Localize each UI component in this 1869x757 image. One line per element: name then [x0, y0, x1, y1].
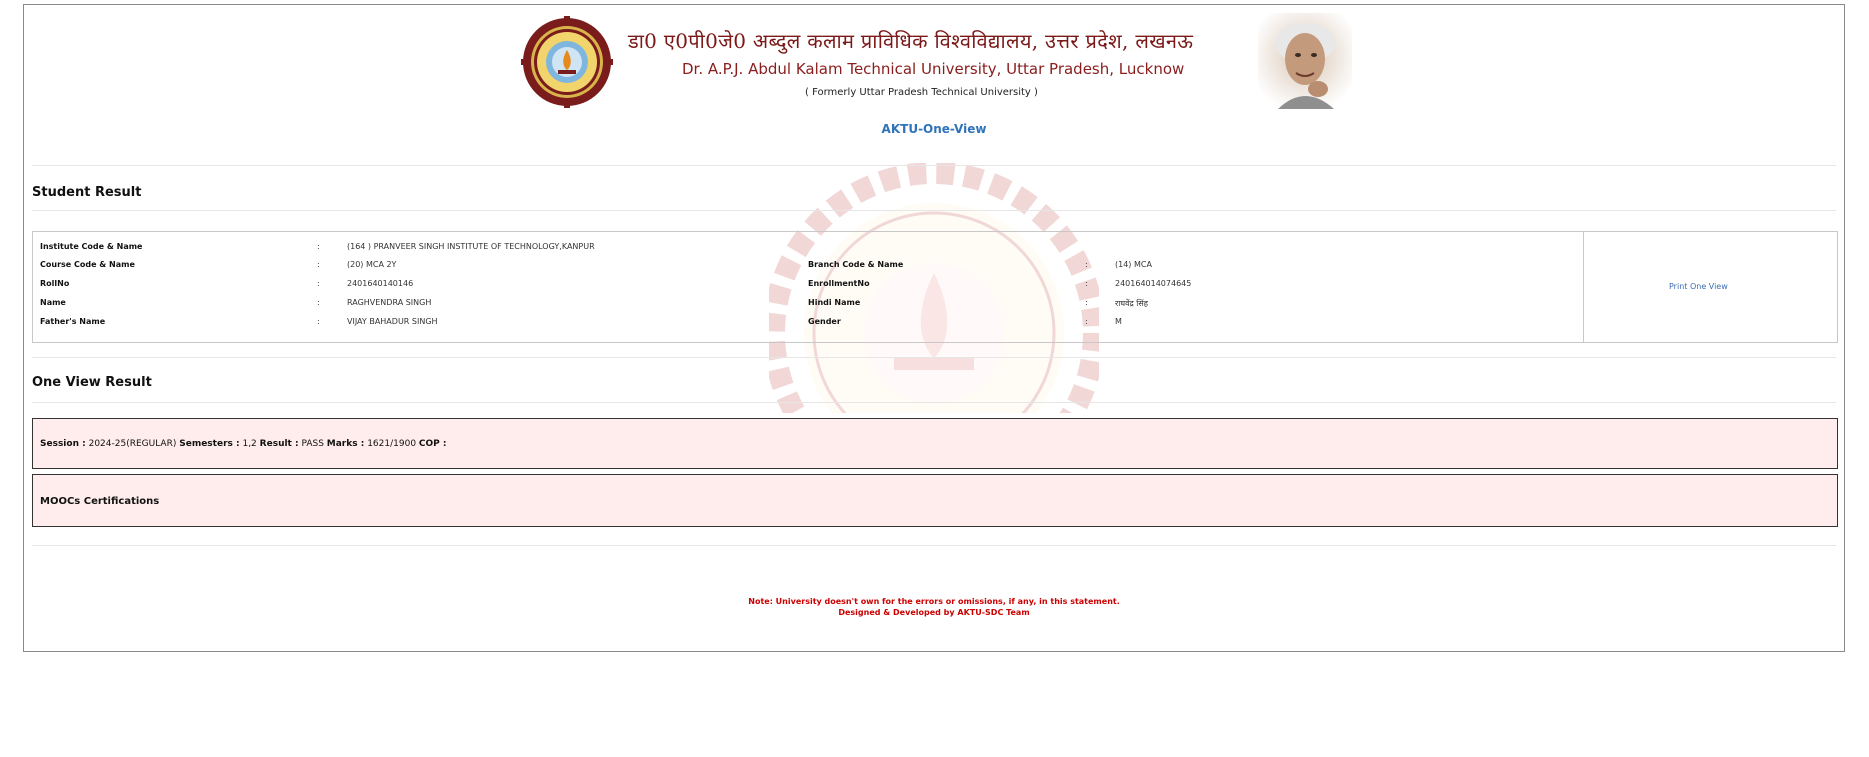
divider: [32, 545, 1836, 546]
separator: :: [1085, 260, 1088, 269]
session-summary: Session : 2024-25(REGULAR) Semesters : 1…: [40, 439, 447, 449]
separator: :: [317, 298, 320, 307]
footer-credit: Designed & Developed by AKTU-SDC Team: [838, 608, 1030, 617]
marks-value: 1621/1900: [367, 439, 417, 449]
university-title-hindi: डा0 ए0पी0जे0 अब्दुल कलाम प्राविधिक विश्व…: [628, 29, 1194, 53]
session-label: Session :: [40, 439, 86, 449]
separator: :: [317, 317, 320, 326]
branch-value: (14) MCA: [1115, 260, 1152, 269]
divider: [32, 165, 1836, 166]
enrollment-label: EnrollmentNo: [808, 279, 870, 288]
course-label: Course Code & Name: [40, 260, 135, 269]
hindi-name-value: राघवेंद्र सिंह: [1115, 299, 1149, 308]
rollno-value: 2401640140146: [347, 279, 414, 288]
name-label: Name: [40, 298, 66, 307]
separator: :: [317, 260, 320, 269]
divider: [32, 402, 1836, 403]
result-label: Result :: [259, 439, 299, 449]
student-info-table: Institute Code & Name : (164 ) PRANVEER …: [32, 231, 1838, 343]
semesters-label: Semesters :: [179, 439, 240, 449]
student-result-heading: Student Result: [32, 185, 142, 200]
father-name-label: Father's Name: [40, 317, 106, 326]
institute-label: Institute Code & Name: [40, 242, 143, 251]
hindi-name-label: Hindi Name: [808, 298, 861, 307]
name-value: RAGHVENDRA SINGH: [347, 298, 432, 307]
session-value: 2024-25(REGULAR): [88, 439, 177, 449]
semesters-value: 1,2: [242, 439, 257, 449]
separator: :: [317, 242, 320, 251]
formerly-text: ( Formerly Uttar Pradesh Technical Unive…: [805, 87, 1038, 98]
separator: :: [1085, 317, 1088, 326]
rollno-label: RollNo: [40, 279, 70, 288]
divider: [32, 357, 1836, 358]
enrollment-value: 240164014074645: [1115, 279, 1192, 288]
column-divider: [1583, 232, 1584, 342]
father-name-value: VIJAY BAHADUR SINGH: [347, 317, 438, 326]
print-one-view-link[interactable]: Print One View: [1669, 282, 1728, 291]
branch-label: Branch Code & Name: [808, 260, 904, 269]
page-header: डा0 ए0पी0जे0 अब्दुल कलाम प्राविधिक विश्व…: [24, 5, 1844, 155]
page-frame: डा0 ए0पी0जे0 अब्दुल कलाम प्राविधिक विश्व…: [23, 4, 1845, 652]
session-result-panel: Session : 2024-25(REGULAR) Semesters : 1…: [32, 418, 1838, 469]
portrait-image: [1258, 13, 1352, 109]
divider: [32, 210, 1836, 211]
gender-label: Gender: [808, 317, 841, 326]
result-value: PASS: [301, 439, 324, 449]
cop-label: COP :: [418, 439, 447, 449]
university-seal-logo: [521, 16, 613, 108]
footer-disclaimer: Note: University doesn't own for the err…: [748, 597, 1120, 606]
separator: :: [1085, 298, 1088, 307]
course-value: (20) MCA 2Y: [347, 260, 397, 269]
moocs-panel: MOOCs Certifications: [32, 474, 1838, 527]
institute-value: (164 ) PRANVEER SINGH INSTITUTE OF TECHN…: [347, 242, 595, 251]
one-view-result-heading: One View Result: [32, 375, 152, 390]
gender-value: M: [1115, 317, 1122, 326]
app-title: AKTU-One-View: [881, 122, 987, 136]
moocs-label: MOOCs Certifications: [40, 496, 160, 507]
marks-label: Marks :: [326, 439, 365, 449]
separator: :: [317, 279, 320, 288]
separator: :: [1085, 279, 1088, 288]
university-title-english: Dr. A.P.J. Abdul Kalam Technical Univers…: [682, 60, 1185, 78]
